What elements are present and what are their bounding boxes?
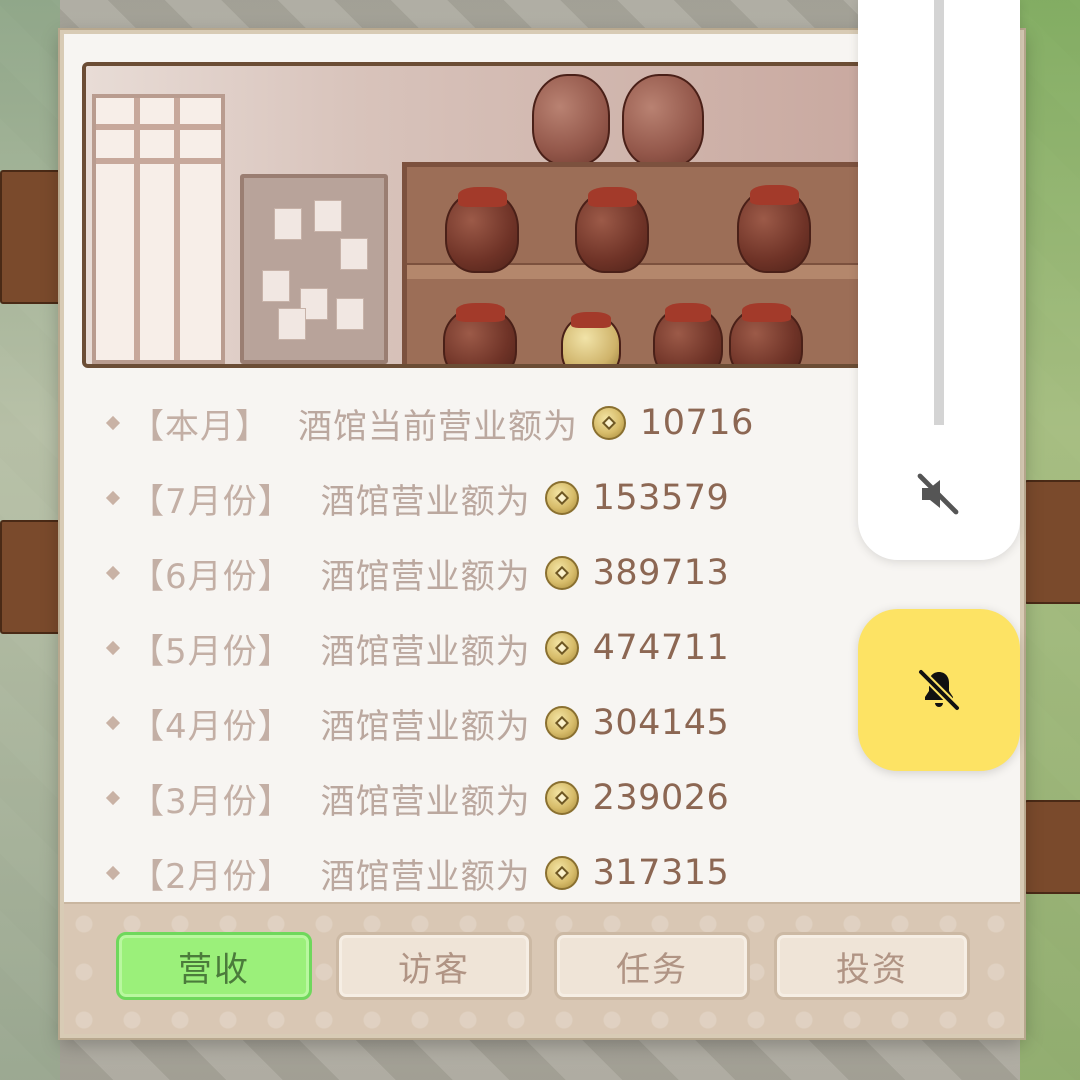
revenue-row-month: 【4月份】 酒馆营业额为 304145 <box>104 698 729 748</box>
bullet-diamond-icon <box>105 415 121 431</box>
volume-muted-icon[interactable] <box>914 470 962 518</box>
volume-panel[interactable] <box>858 0 1020 560</box>
row-label: 【3月份】 <box>130 781 293 822</box>
row-label: 【4月份】 <box>130 706 293 747</box>
bullet-diamond-icon <box>105 490 121 506</box>
row-value: 10716 <box>640 403 754 443</box>
copper-coin-icon <box>592 406 626 440</box>
bullet-diamond-icon <box>105 640 121 656</box>
copper-coin-icon <box>544 781 579 815</box>
row-text: 酒馆营业额为 <box>320 856 531 897</box>
wine-jar <box>443 303 517 364</box>
row-label: 【6月份】 <box>130 556 293 597</box>
copper-coin-icon <box>544 481 579 515</box>
revenue-row-month: 【2月份】 酒馆营业额为 317315 <box>104 848 729 898</box>
revenue-row-month: 【5月份】 酒馆营业额为 474711 <box>104 623 729 673</box>
row-text: 酒馆营业额为 <box>320 631 531 672</box>
copper-coin-icon <box>544 556 579 590</box>
revenue-row-month: 【6月份】 酒馆营业额为 389713 <box>104 548 729 598</box>
copper-coin-icon <box>544 856 579 890</box>
tab-label: 访客 <box>398 949 470 990</box>
tab-tasks[interactable]: 任务 <box>554 932 750 1000</box>
tab-label: 投资 <box>836 949 908 990</box>
wine-jar <box>575 186 649 273</box>
bullet-diamond-icon <box>105 715 121 731</box>
tab-revenue[interactable]: 营收 <box>116 932 312 1000</box>
wine-jar <box>532 74 610 166</box>
row-text: 酒馆当前营业额为 <box>298 406 578 447</box>
row-text: 酒馆营业额为 <box>320 706 531 747</box>
revenue-row-month: 【7月份】 酒馆营业额为 153579 <box>104 473 729 523</box>
tab-visitors[interactable]: 访客 <box>336 932 532 1000</box>
bell-off-icon <box>917 668 961 712</box>
row-value: 474711 <box>592 628 730 668</box>
wine-jar <box>445 186 519 273</box>
row-value: 304145 <box>592 703 730 743</box>
notification-toggle-button[interactable] <box>858 609 1020 771</box>
row-value: 389713 <box>592 553 730 593</box>
row-label: 【本月】 <box>130 406 270 447</box>
row-label: 【2月份】 <box>130 856 293 897</box>
row-text: 酒馆营业额为 <box>320 556 531 597</box>
bullet-diamond-icon <box>105 565 121 581</box>
background-table <box>1024 480 1080 604</box>
tab-investment[interactable]: 投资 <box>774 932 970 1000</box>
tab-label: 营收 <box>178 949 250 990</box>
wine-jar <box>561 312 621 364</box>
tab-label: 任务 <box>616 949 688 990</box>
row-text: 酒馆营业额为 <box>320 481 531 522</box>
background-table <box>1024 800 1080 894</box>
copper-coin-icon <box>544 631 579 665</box>
wine-jar <box>653 303 723 364</box>
row-label: 【7月份】 <box>130 481 293 522</box>
row-label: 【5月份】 <box>130 631 293 672</box>
row-value: 153579 <box>592 478 730 518</box>
notice-board <box>240 174 388 364</box>
bottom-tab-bar: 营收 访客 任务 投资 <box>64 902 1020 1034</box>
wine-shelf <box>402 162 866 364</box>
wine-jar <box>729 303 803 364</box>
revenue-row-month: 【3月份】 酒馆营业额为 239026 <box>104 773 729 823</box>
wine-jar <box>622 74 704 168</box>
row-value: 239026 <box>592 778 730 818</box>
row-value: 317315 <box>592 853 730 893</box>
copper-coin-icon <box>544 706 579 740</box>
background-table <box>0 170 62 304</box>
bullet-diamond-icon <box>105 865 121 881</box>
banner-window <box>92 94 225 364</box>
tavern-banner-image <box>82 62 870 368</box>
revenue-row-current: 【本月】 酒馆当前营业额为 10716 <box>104 398 754 448</box>
bullet-diamond-icon <box>105 790 121 806</box>
wine-jar <box>737 184 811 273</box>
volume-slider-track[interactable] <box>934 0 944 425</box>
row-text: 酒馆营业额为 <box>320 781 531 822</box>
background-table <box>0 520 62 634</box>
